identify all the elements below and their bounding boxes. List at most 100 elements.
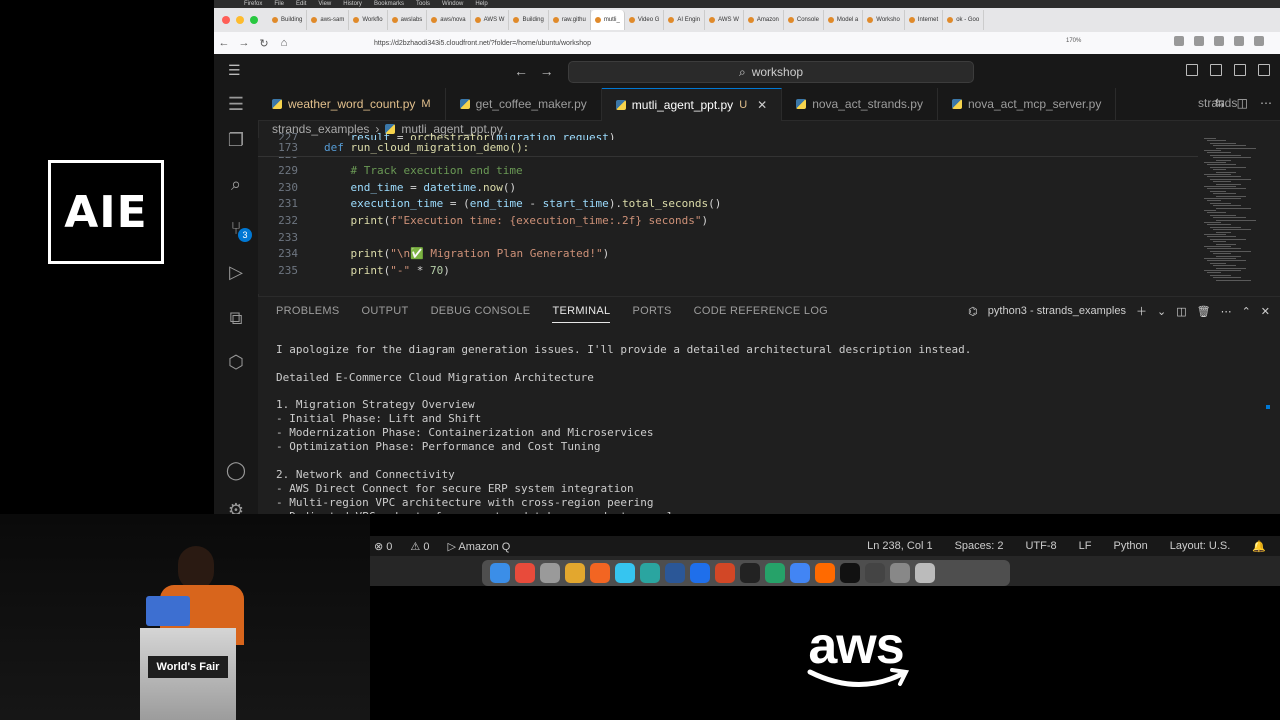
encoding[interactable]: UTF-8 xyxy=(1025,540,1056,553)
keyboard-layout[interactable]: Layout: U.S. xyxy=(1170,540,1231,553)
back-arrow-icon[interactable]: ← xyxy=(214,37,234,49)
browser-tab[interactable]: Console xyxy=(784,10,824,30)
browser-tab[interactable]: Video G xyxy=(625,10,665,30)
mac-menu-item[interactable]: Edit xyxy=(296,0,306,8)
browser-tab[interactable]: raw.githu xyxy=(549,10,591,30)
dock-app-icon[interactable] xyxy=(740,563,760,583)
dock-app-icon[interactable] xyxy=(665,563,685,583)
code-line[interactable]: 229 # Track execution end time xyxy=(258,163,523,179)
trash-icon[interactable]: 🗑 xyxy=(1197,305,1211,318)
browser-tab[interactable]: Model a xyxy=(824,10,864,30)
customize-layout-icon[interactable] xyxy=(1186,64,1198,76)
new-terminal-icon[interactable]: ＋ xyxy=(1136,303,1147,319)
hamburger-menu-icon[interactable]: ☰ xyxy=(228,62,241,79)
dock-app-icon[interactable] xyxy=(815,563,835,583)
browser-tab[interactable]: Amazon xyxy=(744,10,784,30)
panel-tab-code-reference-log[interactable]: CODE REFERENCE LOG xyxy=(694,305,828,323)
close-window-button[interactable] xyxy=(222,16,230,24)
forward-arrow-icon[interactable]: → xyxy=(234,37,254,49)
browser-tab[interactable]: AI Engin xyxy=(664,10,706,30)
code-line[interactable]: 233 xyxy=(258,230,324,246)
home-icon[interactable]: ⌂ xyxy=(274,37,294,49)
dock-app-icon[interactable] xyxy=(640,563,660,583)
end-of-line[interactable]: LF xyxy=(1079,540,1092,553)
browser-tab[interactable]: mutli_ xyxy=(590,10,625,30)
aws-toolkit-icon[interactable]: ⬡ xyxy=(224,350,248,374)
dock-app-icon[interactable] xyxy=(790,563,810,583)
url-field[interactable]: https://d2bzhaodi343i5.cloudfront.net/?f… xyxy=(374,40,591,47)
mac-menu-item[interactable]: Bookmarks xyxy=(374,0,404,8)
menu-icon[interactable] xyxy=(1254,36,1264,46)
editor-tab[interactable]: nova_act_strands.py xyxy=(782,88,938,120)
mac-menu-item[interactable]: View xyxy=(318,0,331,8)
warning-count[interactable]: ⚠ 0 xyxy=(410,540,429,553)
minimap[interactable] xyxy=(1200,138,1256,288)
browser-tab[interactable]: awslabs xyxy=(388,10,428,30)
compare-icon[interactable]: ⇆ xyxy=(1215,96,1225,110)
dock-app-icon[interactable] xyxy=(765,563,785,583)
code-editor[interactable]: 227 result = orchestrator(migration_requ… xyxy=(258,131,1198,294)
dock-app-icon[interactable] xyxy=(865,563,885,583)
code-line[interactable]: 232 print(f"Execution time: {execution_t… xyxy=(258,213,708,229)
explorer-icon[interactable]: ☰ xyxy=(224,92,248,116)
dock-app-icon[interactable] xyxy=(540,563,560,583)
source-control-icon[interactable]: ⑂ 3 xyxy=(224,216,252,242)
settings-gear-icon[interactable]: ⚙ xyxy=(224,498,248,515)
editor-tab[interactable]: nova_act_mcp_server.py xyxy=(938,88,1117,120)
code-line[interactable]: 231 execution_time = (end_time - start_t… xyxy=(258,196,721,212)
panel-tab-terminal[interactable]: TERMINAL xyxy=(552,305,611,323)
browser-tab[interactable]: Building xyxy=(509,10,549,30)
extension-icon[interactable] xyxy=(1234,36,1244,46)
indentation[interactable]: Spaces: 2 xyxy=(955,540,1004,553)
browser-tab[interactable]: aws-sam xyxy=(307,10,350,30)
maximize-panel-icon[interactable]: ⌃ xyxy=(1242,305,1251,318)
dock-app-icon[interactable] xyxy=(715,563,735,583)
extensions-icon[interactable]: ⧉ xyxy=(224,306,248,330)
close-panel-icon[interactable]: ✕ xyxy=(1261,305,1270,318)
zoom-window-button[interactable] xyxy=(250,16,258,24)
dock-app-icon[interactable] xyxy=(590,563,610,583)
cursor-position[interactable]: Ln 238, Col 1 xyxy=(867,540,932,553)
mac-menu-item[interactable]: File xyxy=(274,0,284,8)
split-editor-icon[interactable]: ◫ xyxy=(1237,96,1248,110)
browser-tab[interactable]: AWS W xyxy=(471,10,510,30)
browser-tab[interactable]: Workflo xyxy=(349,10,388,30)
more-actions-icon[interactable]: ⋯ xyxy=(1260,96,1272,110)
code-line[interactable]: 234 print("\n✅ Migration Plan Generated!… xyxy=(258,246,609,262)
dock-app-icon[interactable] xyxy=(840,563,860,583)
command-center[interactable]: ⌕ workshop xyxy=(568,61,974,83)
chevron-down-icon[interactable]: ⌄ xyxy=(1157,305,1166,318)
run-debug-icon[interactable]: ▷ xyxy=(224,260,248,284)
mac-menu-item[interactable]: History xyxy=(343,0,362,8)
split-terminal-icon[interactable]: ◫ xyxy=(1176,305,1186,318)
code-line[interactable]: 235 print("-" * 70) xyxy=(258,263,450,279)
panel-tab-debug-console[interactable]: DEBUG CONSOLE xyxy=(431,305,531,323)
sticky-scroll-line[interactable]: 173 def run_cloud_migration_demo(): xyxy=(258,140,1198,157)
account-icon[interactable] xyxy=(1214,36,1224,46)
dock-app-icon[interactable] xyxy=(490,563,510,583)
files-icon[interactable]: ❐ xyxy=(224,128,248,152)
editor-tab[interactable]: get_coffee_maker.py xyxy=(446,88,602,120)
download-icon[interactable] xyxy=(1174,36,1184,46)
code-line[interactable]: 230 end_time = datetime.now() xyxy=(258,180,516,196)
panel-tab-problems[interactable]: PROBLEMS xyxy=(276,305,340,323)
mac-menu-item[interactable]: Tools xyxy=(416,0,430,8)
mac-menu-item[interactable]: Window xyxy=(442,0,463,8)
browser-tab[interactable]: AWS W xyxy=(705,10,744,30)
editor-tab[interactable]: weather_word_count.py M xyxy=(258,88,446,120)
dock-app-icon[interactable] xyxy=(690,563,710,583)
library-icon[interactable] xyxy=(1194,36,1204,46)
panel-tab-ports[interactable]: PORTS xyxy=(632,305,671,323)
nav-back-icon[interactable]: ← → xyxy=(514,63,554,79)
editor-tab[interactable]: mutli_agent_ppt.py U ✕ xyxy=(601,88,783,121)
dock-app-icon[interactable] xyxy=(915,563,935,583)
dock-app-icon[interactable] xyxy=(615,563,635,583)
amazon-q-status[interactable]: ▷ Amazon Q xyxy=(447,540,510,553)
dock-app-icon[interactable] xyxy=(515,563,535,583)
search-sidebar-icon[interactable]: ⌕ xyxy=(224,172,248,196)
browser-tab[interactable]: Worksho xyxy=(863,10,905,30)
more-actions-icon[interactable]: ⋯ xyxy=(1221,305,1232,318)
language-mode[interactable]: Python xyxy=(1114,540,1148,553)
toggle-panel-icon[interactable] xyxy=(1234,64,1246,76)
notifications-bell-icon[interactable]: 🔔 xyxy=(1252,540,1266,553)
